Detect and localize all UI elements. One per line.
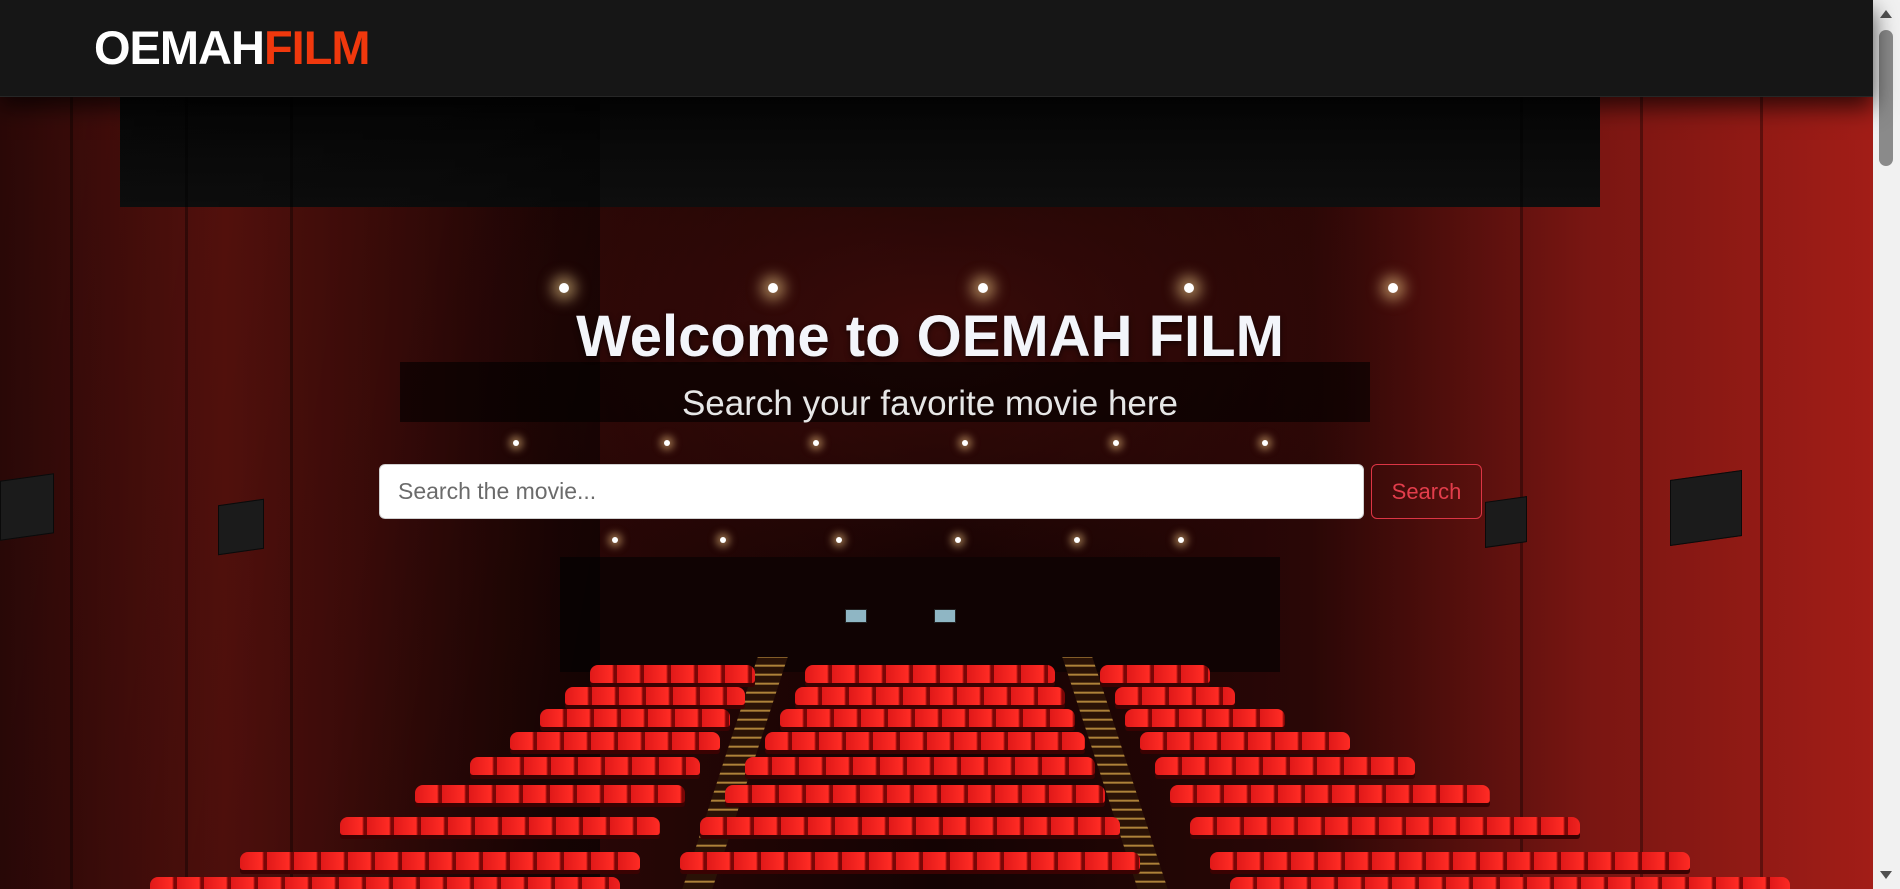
seat-row <box>1190 817 1580 835</box>
brand-part-film: FILM <box>263 21 371 74</box>
ceiling-light <box>1113 440 1119 446</box>
brand-part-oemah: OEMAH <box>94 21 265 74</box>
seat-row <box>780 709 1075 727</box>
chevron-up-icon[interactable] <box>1880 10 1892 18</box>
seat-row <box>340 817 660 835</box>
ceiling-light <box>1178 537 1184 543</box>
exit-screen <box>934 609 956 623</box>
ceiling-light <box>612 537 618 543</box>
ceiling-light <box>513 440 519 446</box>
seat-row <box>415 785 685 803</box>
ceiling-light <box>836 537 842 543</box>
seat-row <box>590 665 755 683</box>
ceiling-light <box>955 537 961 543</box>
hero-title: Welcome to OEMAH FILM <box>576 304 1284 369</box>
seat-row <box>765 732 1085 750</box>
seating-rows <box>0 657 1873 889</box>
back-wall <box>560 557 1280 672</box>
seat-row <box>700 817 1120 835</box>
ceiling-light <box>1262 440 1268 446</box>
seat-row <box>510 732 720 750</box>
seat-row <box>240 852 640 870</box>
ceiling-light <box>720 537 726 543</box>
speaker <box>0 473 54 541</box>
seat-row <box>745 757 1095 775</box>
seat-row <box>1155 757 1415 775</box>
hero-subtitle: Search your favorite movie here <box>681 384 1179 423</box>
scrollbar[interactable] <box>1873 0 1900 889</box>
ceiling-light <box>664 440 670 446</box>
seat-row <box>680 852 1140 870</box>
brand-logo[interactable]: OEMAHFILM <box>94 21 371 74</box>
seat-row <box>1125 709 1285 727</box>
seat-row <box>150 877 620 889</box>
scrollbar-thumb[interactable] <box>1879 30 1893 166</box>
ceiling-light <box>768 283 778 293</box>
speaker <box>1670 469 1742 547</box>
chevron-down-icon[interactable] <box>1880 871 1892 879</box>
seat-row <box>1140 732 1350 750</box>
search-button[interactable]: Search <box>1371 464 1482 519</box>
seat-row <box>565 687 745 705</box>
seat-row <box>1230 877 1790 889</box>
seat-row <box>1170 785 1490 803</box>
ceiling-light <box>962 440 968 446</box>
ceiling-light <box>1388 283 1398 293</box>
seat-row <box>805 665 1055 683</box>
ceiling-light <box>813 440 819 446</box>
ceiling-light <box>978 283 988 293</box>
navbar: OEMAHFILM <box>0 0 1873 97</box>
ceiling-light <box>1074 537 1080 543</box>
seat-row <box>795 687 1065 705</box>
speaker <box>218 498 264 556</box>
seat-row <box>540 709 730 727</box>
seat-row <box>1115 687 1235 705</box>
seat-row <box>725 785 1105 803</box>
speaker <box>1485 496 1527 548</box>
ceiling-light <box>559 283 569 293</box>
ceiling-light <box>1184 283 1194 293</box>
exit-screen <box>845 609 867 623</box>
seat-row <box>470 757 700 775</box>
seat-row <box>1100 665 1210 683</box>
seat-row <box>1210 852 1690 870</box>
search-input[interactable] <box>379 464 1364 519</box>
